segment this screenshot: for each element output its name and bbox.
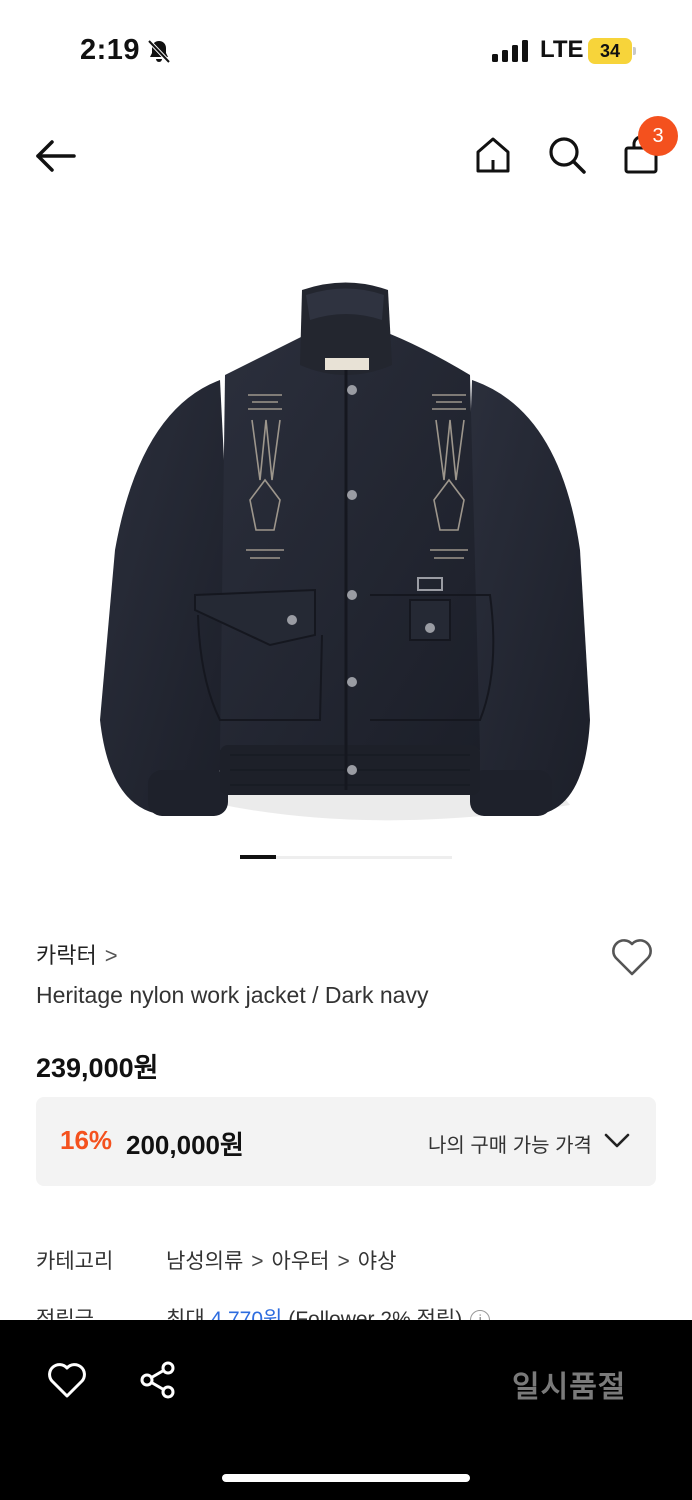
battery-level: 34	[599, 41, 621, 61]
my-price-toggle-label[interactable]: 나의 구매 가능 가격	[428, 1129, 592, 1158]
chevron-right-icon: >	[104, 943, 118, 968]
bell-off-icon	[147, 39, 171, 64]
brand-link[interactable]: 카락터 >	[36, 938, 118, 970]
soldout-button[interactable]: 일시품절	[512, 1362, 626, 1406]
category-item[interactable]: 아우터	[272, 1250, 330, 1273]
search-icon[interactable]	[546, 134, 588, 176]
network-type: LTE	[540, 36, 584, 63]
category-item[interactable]: 남성의류	[166, 1250, 243, 1273]
discount-price: 200,000원	[126, 1130, 244, 1160]
bottom-action-bar: 일시품절	[0, 1320, 692, 1500]
cart-count-badge: 3	[638, 116, 678, 156]
brand-name: 카락터	[36, 943, 97, 968]
my-price-panel[interactable]: 16% 200,000원 나의 구매 가능 가격	[36, 1097, 656, 1186]
category-item[interactable]: 야상	[358, 1250, 397, 1273]
heart-icon[interactable]	[46, 1360, 88, 1400]
category-separator: >	[251, 1250, 264, 1273]
carousel-indicator-active	[240, 855, 276, 859]
discount-percent: 16%	[60, 1125, 113, 1155]
home-indicator	[222, 1474, 470, 1482]
category-path: 남성의류 > 아우터 > 야상	[166, 1245, 396, 1275]
category-separator: >	[337, 1250, 350, 1273]
battery-icon: 34	[588, 38, 636, 64]
top-nav	[0, 112, 692, 202]
back-arrow-icon[interactable]	[34, 138, 78, 174]
chevron-down-icon[interactable]	[602, 1131, 632, 1151]
product-image[interactable]	[70, 250, 622, 830]
heart-icon[interactable]	[610, 936, 654, 978]
share-icon[interactable]	[138, 1360, 178, 1400]
status-time: 2:19	[80, 34, 141, 66]
signal-icon	[492, 40, 528, 62]
category-label: 카테고리	[36, 1250, 114, 1273]
status-bar: 2:19 LTE 34	[0, 0, 692, 100]
product-name: Heritage nylon work jacket / Dark navy	[36, 982, 429, 1008]
original-price: 239,000원	[36, 1053, 159, 1083]
home-icon[interactable]	[472, 134, 514, 176]
